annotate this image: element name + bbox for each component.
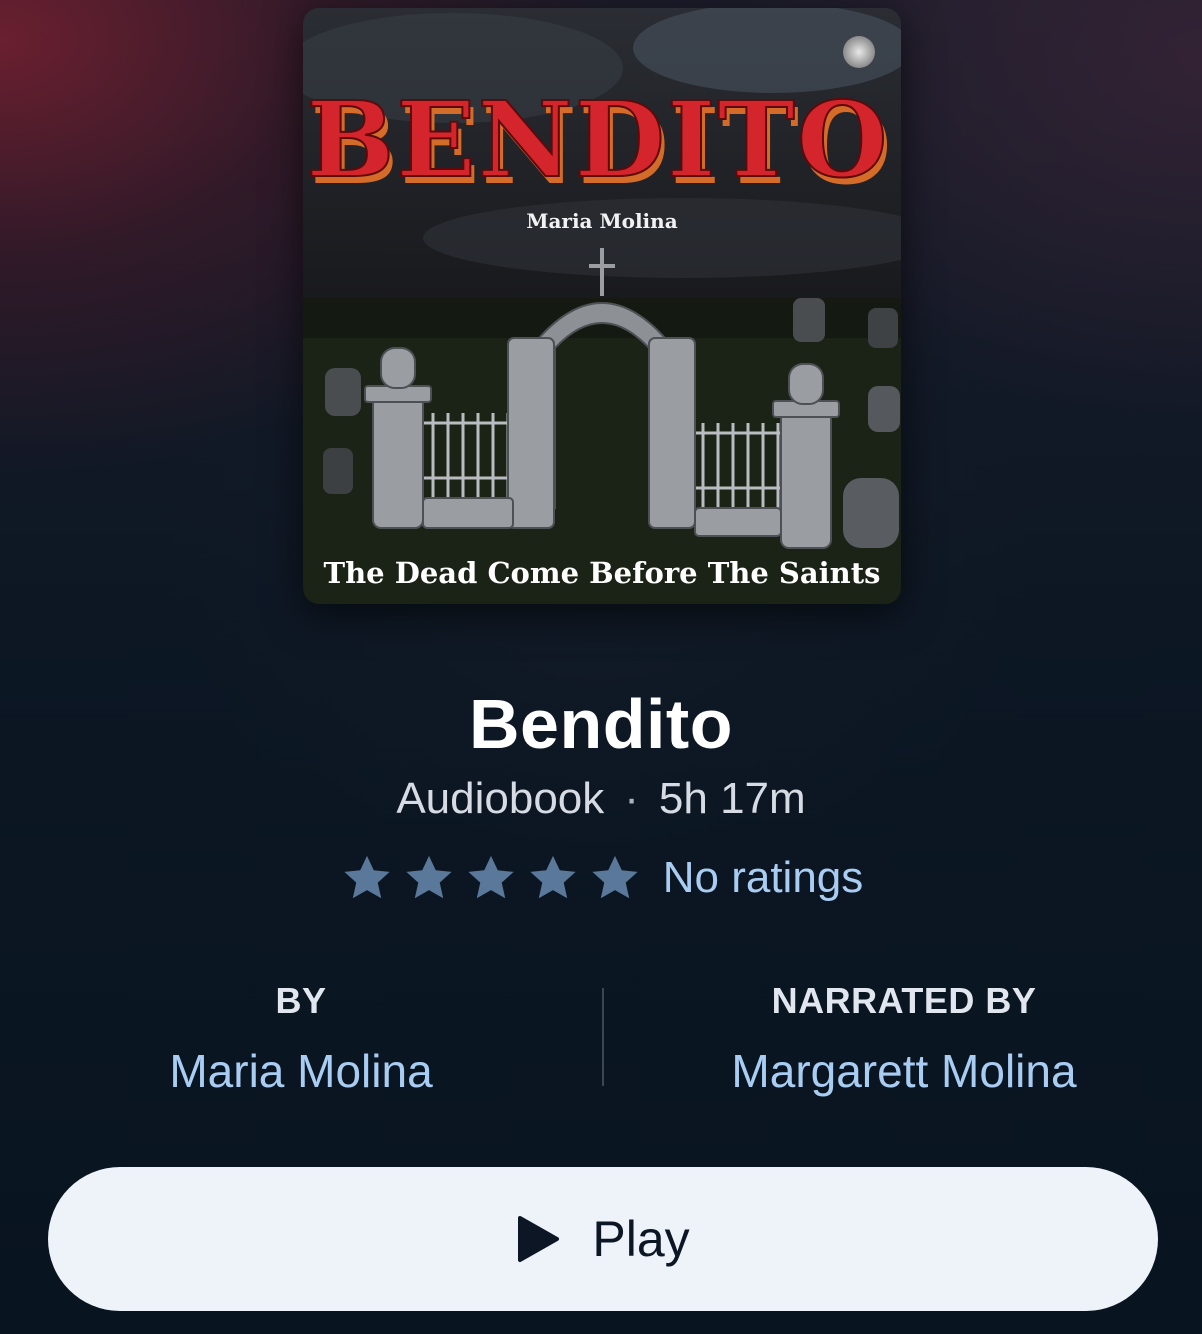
star-rating <box>339 850 643 906</box>
star-icon <box>468 855 514 899</box>
narrator-credit: NARRATED BY Margarett Molina <box>654 980 1154 1098</box>
rating-text[interactable]: No ratings <box>663 853 864 903</box>
star-icon <box>592 855 638 899</box>
author-link[interactable]: Maria Molina <box>51 1044 551 1098</box>
format-label: Audiobook <box>396 774 605 823</box>
star-icon <box>344 855 390 899</box>
by-label: BY <box>275 980 327 1021</box>
star-icon <box>406 855 452 899</box>
cover-author-art: Maria Molina <box>526 209 677 233</box>
play-button[interactable]: Play <box>48 1167 1158 1311</box>
cover-art[interactable]: BENDITO BENDITO Maria Molina The Dead Co… <box>303 8 901 604</box>
cover-title-art: BENDITO <box>306 78 889 201</box>
narrated-by-label: NARRATED BY <box>771 980 1037 1021</box>
star-icon <box>530 855 576 899</box>
meta-separator: · <box>624 774 639 823</box>
book-title: Bendito <box>468 685 734 763</box>
credits-divider <box>602 988 604 1086</box>
narrator-link[interactable]: Margarett Molina <box>654 1044 1154 1098</box>
play-icon <box>518 1216 560 1262</box>
play-label: Play <box>592 1211 690 1267</box>
author-credit: BY Maria Molina <box>51 980 551 1098</box>
book-meta: Audiobook · 5h 17m <box>0 774 1202 824</box>
cover-tagline: The Dead Come Before The Saints <box>323 556 880 590</box>
duration-label: 5h 17m <box>658 774 806 823</box>
rating-row[interactable]: No ratings <box>0 850 1202 906</box>
